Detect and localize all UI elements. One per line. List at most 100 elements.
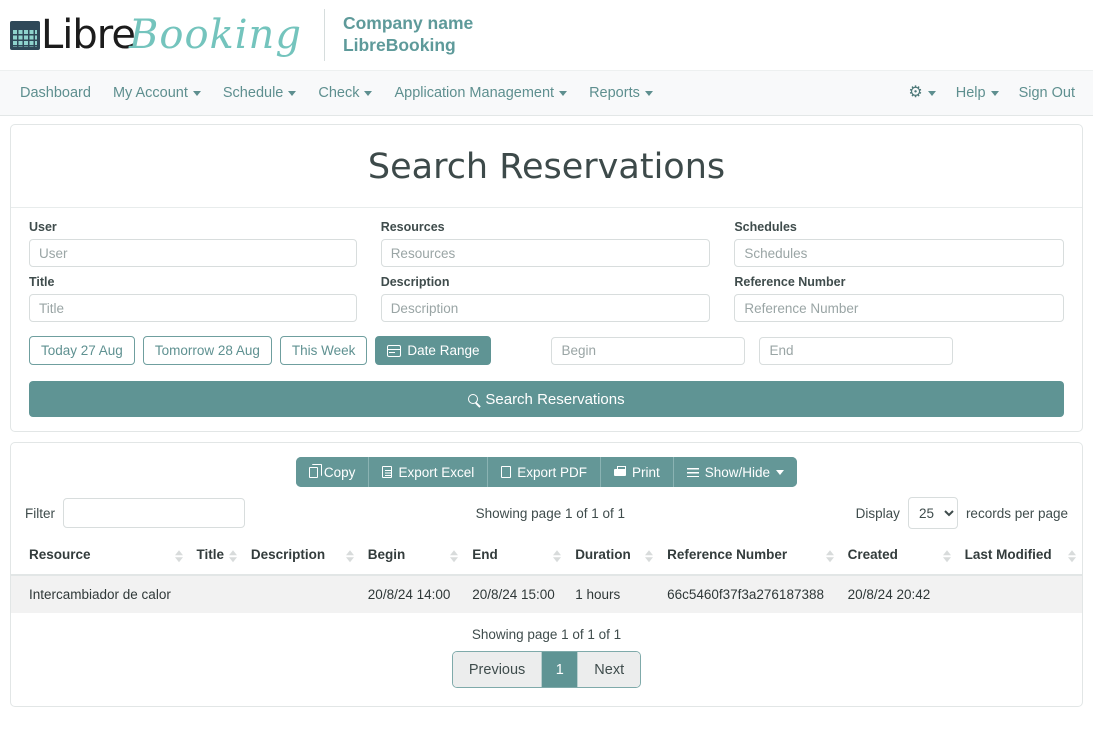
- filter-label: Filter: [25, 506, 55, 521]
- print-button[interactable]: Print: [600, 457, 673, 487]
- excel-icon: [382, 466, 392, 478]
- pagination-next[interactable]: Next: [578, 652, 640, 687]
- column-header-title[interactable]: Title: [189, 539, 243, 575]
- sort-icon: [943, 549, 951, 563]
- export-pdf-label: Export PDF: [517, 465, 587, 480]
- table-header: Resource Title Description Begin: [11, 539, 1082, 575]
- nav-item-check[interactable]: Check: [318, 85, 372, 101]
- nav-item-dashboard[interactable]: Dashboard: [20, 85, 91, 101]
- resources-input[interactable]: [381, 239, 711, 267]
- schedules-input[interactable]: [734, 239, 1064, 267]
- date-range-label: Date Range: [407, 343, 479, 358]
- nav-label: Check: [318, 85, 359, 101]
- main-navigation: Dashboard My Account Schedule Check Appl…: [0, 70, 1093, 116]
- logo-text-primary: Libre: [41, 15, 135, 55]
- quick-range-this-week[interactable]: This Week: [280, 336, 368, 365]
- column-header-end[interactable]: End: [464, 539, 567, 575]
- nav-item-sign-out[interactable]: Sign Out: [1019, 85, 1075, 101]
- sort-icon: [229, 549, 237, 563]
- sort-icon: [826, 549, 834, 563]
- user-input[interactable]: [29, 239, 357, 267]
- description-label: Description: [381, 275, 711, 289]
- cell-title: [189, 575, 243, 613]
- nav-item-schedule[interactable]: Schedule: [223, 85, 296, 101]
- company-block: Company name LibreBooking: [343, 13, 473, 57]
- show-hide-button[interactable]: Show/Hide: [673, 457, 797, 487]
- column-label: End: [472, 547, 498, 562]
- brand-divider: [324, 9, 325, 61]
- user-label: User: [29, 220, 357, 234]
- calendar-logo-icon: [10, 21, 40, 50]
- nav-item-application-management[interactable]: Application Management: [394, 85, 567, 101]
- nav-label: Dashboard: [20, 85, 91, 101]
- sort-icon: [645, 549, 653, 563]
- column-header-last-modified[interactable]: Last Modified: [957, 539, 1082, 575]
- search-reservations-button[interactable]: Search Reservations: [29, 381, 1064, 417]
- description-input[interactable]: [381, 294, 711, 322]
- page-title: Search Reservations: [11, 125, 1082, 208]
- column-label: Description: [251, 547, 325, 562]
- nav-item-my-account[interactable]: My Account: [113, 85, 201, 101]
- quick-range-row: Today 27 Aug Tomorrow 28 Aug This Week D…: [29, 336, 1064, 365]
- sort-icon: [175, 549, 183, 563]
- column-header-description[interactable]: Description: [243, 539, 360, 575]
- nav-label: Reports: [589, 85, 640, 101]
- title-input[interactable]: [29, 294, 357, 322]
- cell-end: 20/8/24 15:00: [464, 575, 567, 613]
- column-label: Created: [848, 547, 898, 562]
- show-hide-label: Show/Hide: [705, 465, 770, 480]
- sort-icon: [1068, 549, 1076, 563]
- company-label: Company name: [343, 13, 473, 35]
- column-header-begin[interactable]: Begin: [360, 539, 464, 575]
- field-description: Description: [381, 275, 711, 322]
- reference-number-input[interactable]: [734, 294, 1064, 322]
- pagination-page-1[interactable]: 1: [542, 652, 578, 687]
- column-header-duration[interactable]: Duration: [567, 539, 659, 575]
- pagination-previous[interactable]: Previous: [453, 652, 542, 687]
- nav-label: Help: [956, 85, 986, 101]
- export-excel-button[interactable]: Export Excel: [368, 457, 487, 487]
- table-row[interactable]: Intercambiador de calor 20/8/24 14:00 20…: [11, 575, 1082, 613]
- quick-range-date-range[interactable]: Date Range: [375, 336, 491, 365]
- search-icon: [468, 394, 478, 404]
- copy-button[interactable]: Copy: [296, 457, 369, 487]
- column-header-resource[interactable]: Resource: [11, 539, 189, 575]
- export-button-group: Copy Export Excel Export PDF Print Show/…: [296, 457, 797, 487]
- results-panel: Copy Export Excel Export PDF Print Show/…: [10, 442, 1083, 707]
- records-per-page-select[interactable]: 25: [908, 497, 958, 529]
- list-icon: [687, 468, 699, 477]
- export-pdf-button[interactable]: Export PDF: [487, 457, 600, 487]
- reference-number-label: Reference Number: [734, 275, 1064, 289]
- nav-item-help[interactable]: Help: [956, 85, 999, 101]
- sort-icon: [450, 549, 458, 563]
- filter-input[interactable]: [63, 498, 245, 528]
- quick-range-tomorrow[interactable]: Tomorrow 28 Aug: [143, 336, 272, 365]
- column-label: Begin: [368, 547, 406, 562]
- nav-item-settings[interactable]: ⚙: [908, 85, 935, 101]
- column-label: Resource: [29, 547, 91, 562]
- schedules-label: Schedules: [734, 220, 1064, 234]
- title-label: Title: [29, 275, 357, 289]
- showing-page-bottom: Showing page 1 of 1 of 1: [11, 627, 1082, 642]
- logo[interactable]: Libre Booking: [10, 15, 302, 55]
- column-header-reference-number[interactable]: Reference Number: [659, 539, 840, 575]
- display-group: Display 25 records per page: [856, 497, 1068, 529]
- form-row-2: Title Description Reference Number: [29, 275, 1064, 322]
- nav-item-reports[interactable]: Reports: [589, 85, 653, 101]
- cell-duration: 1 hours: [567, 575, 659, 613]
- copy-icon: [309, 467, 318, 478]
- date-range-icon: [387, 345, 401, 357]
- copy-label: Copy: [324, 465, 356, 480]
- company-name: LibreBooking: [343, 35, 473, 57]
- cell-description: [243, 575, 360, 613]
- chevron-down-icon: [928, 91, 936, 96]
- records-per-page-label: records per page: [966, 506, 1068, 521]
- begin-date-input[interactable]: [551, 337, 745, 365]
- column-header-created[interactable]: Created: [840, 539, 957, 575]
- field-user: User: [29, 220, 357, 267]
- sort-icon: [346, 549, 354, 563]
- end-date-input[interactable]: [759, 337, 953, 365]
- quick-range-today[interactable]: Today 27 Aug: [29, 336, 135, 365]
- chevron-down-icon: [645, 91, 653, 96]
- field-schedules: Schedules: [734, 220, 1064, 267]
